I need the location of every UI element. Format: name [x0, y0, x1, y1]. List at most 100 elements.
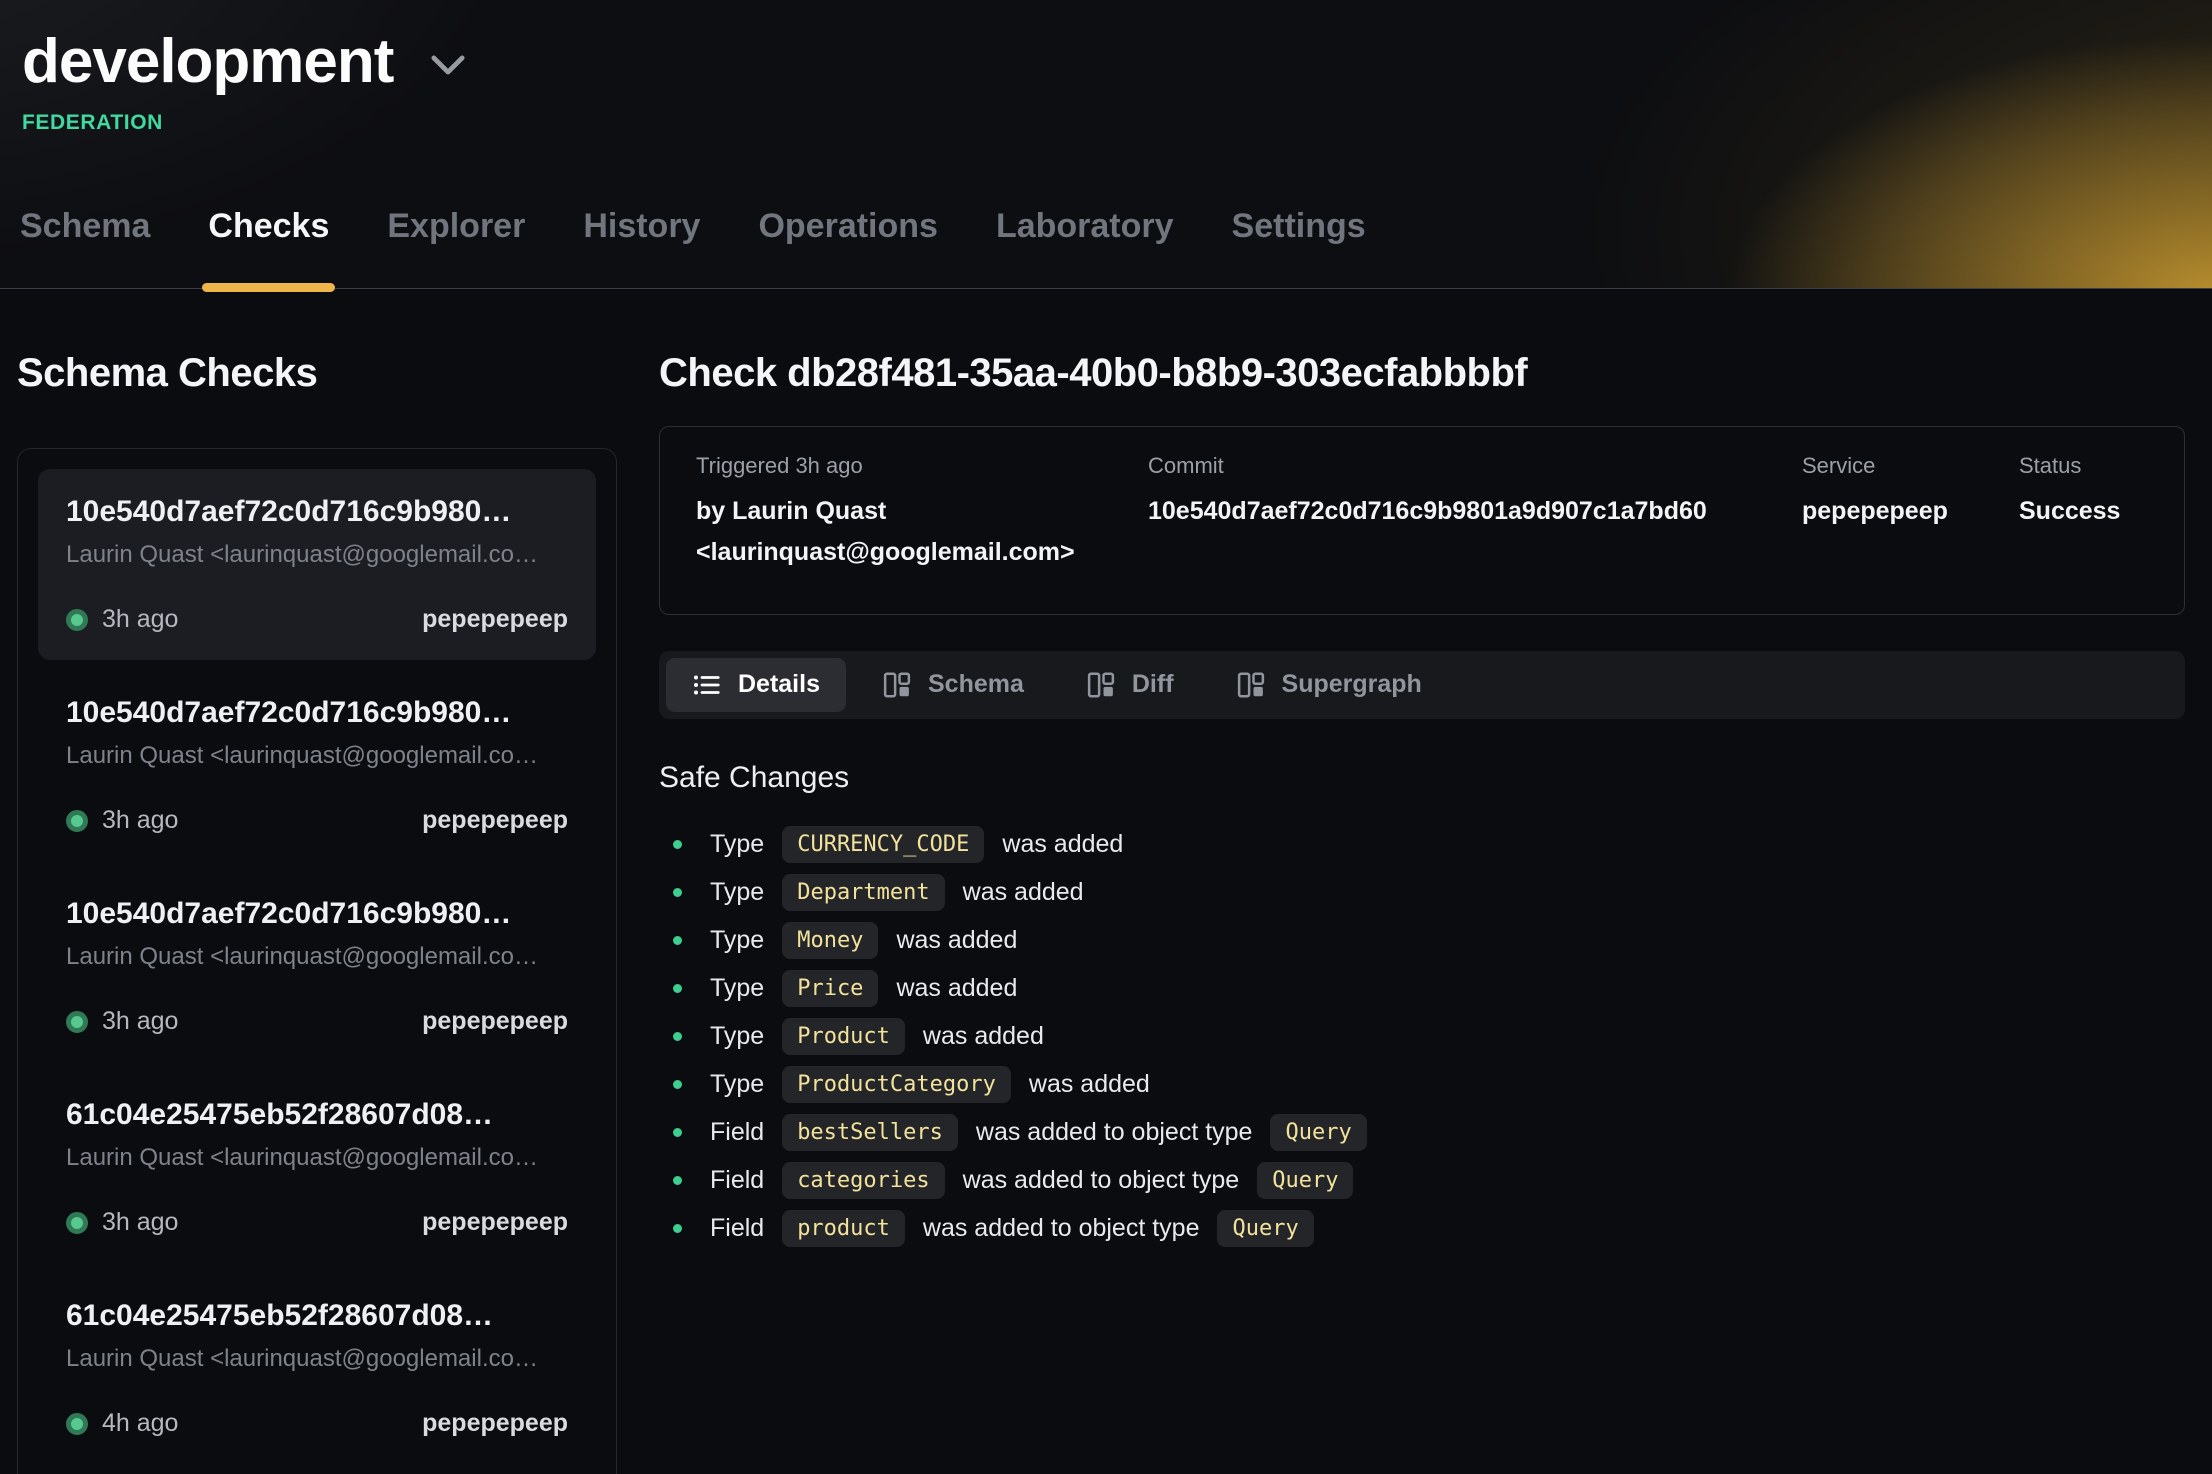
change-text: was added [1002, 830, 1123, 859]
tab-schema[interactable]: Schema [14, 207, 156, 288]
change-name-badge: Price [782, 970, 878, 1007]
detail-tab-label: Supergraph [1282, 670, 1422, 699]
bullet-icon [673, 1080, 682, 1089]
change-text: was added to object type [963, 1166, 1240, 1195]
info-service-value: pepepepeep [1802, 491, 2007, 532]
check-author: Laurin Quast <laurinquast@googlemail.co… [66, 1345, 568, 1373]
change-item: Type Price was added [659, 965, 2185, 1013]
check-list-item[interactable]: 61c04e25475eb52f28607d08… Laurin Quast <… [38, 1273, 596, 1464]
check-id: 10e540d7aef72c0d716c9b980… [66, 495, 568, 529]
checks-list: 10e540d7aef72c0d716c9b980… Laurin Quast … [17, 448, 617, 1474]
check-id: 61c04e25475eb52f28607d08… [66, 1299, 568, 1333]
check-list-item[interactable]: 10e540d7aef72c0d716c9b980… Laurin Quast … [38, 670, 596, 861]
status-dot-icon [66, 609, 88, 631]
check-time: 3h ago [102, 806, 178, 835]
change-name-badge: Money [782, 922, 878, 959]
info-commit-label: Commit [1148, 453, 1790, 479]
info-commit-value: 10e540d7aef72c0d716c9b9801a9d907c1a7bd60 [1148, 491, 1790, 532]
check-info-box: Triggered 3h ago by Laurin Quast <laurin… [659, 426, 2185, 615]
change-name-badge: Department [782, 874, 944, 911]
check-id: 61c04e25475eb52f28607d08… [66, 1098, 568, 1132]
bullet-icon [673, 1176, 682, 1185]
chevron-down-icon [431, 54, 465, 76]
bullet-icon [673, 888, 682, 897]
info-triggered-value: by Laurin Quast <laurinquast@googlemail.… [696, 491, 1126, 574]
change-text: was added [923, 1022, 1044, 1051]
info-service-label: Service [1802, 453, 2007, 479]
change-item: Field bestSellers was added to object ty… [659, 1109, 2185, 1157]
change-text: was added to object type [976, 1118, 1253, 1147]
change-kind: Type [710, 830, 764, 859]
change-target-badge: Query [1270, 1114, 1366, 1151]
check-id: 10e540d7aef72c0d716c9b980… [66, 897, 568, 931]
status-dot-icon [66, 1212, 88, 1234]
detail-tab-label: Details [738, 670, 820, 699]
change-name-badge: product [782, 1210, 905, 1247]
info-triggered-label: Triggered 3h ago [696, 453, 1136, 479]
change-item: Type Money was added [659, 917, 2185, 965]
change-name-badge: CURRENCY_CODE [782, 826, 984, 863]
check-time: 3h ago [102, 1208, 178, 1237]
change-kind: Type [710, 1070, 764, 1099]
schema-checks-panel: Schema Checks 10e540d7aef72c0d716c9b980…… [17, 289, 617, 1474]
change-kind: Field [710, 1214, 764, 1243]
check-author: Laurin Quast <laurinquast@googlemail.co… [66, 943, 568, 971]
change-kind: Field [710, 1166, 764, 1195]
change-text: was added to object type [923, 1214, 1200, 1243]
detail-tab-supergraph[interactable]: Supergraph [1210, 658, 1448, 712]
check-service: pepepepeep [422, 806, 568, 835]
bullet-icon [673, 984, 682, 993]
project-switcher[interactable] [431, 42, 465, 81]
columns-icon [1086, 670, 1116, 700]
check-detail-title: Check db28f481-35aa-40b0-b8b9-303ecfabbb… [659, 351, 2185, 396]
bullet-icon [673, 1128, 682, 1137]
bullet-icon [673, 1032, 682, 1041]
change-text: was added [896, 926, 1017, 955]
tab-explorer[interactable]: Explorer [381, 207, 531, 288]
detail-tab-label: Diff [1132, 670, 1174, 699]
change-text: was added [896, 974, 1017, 1003]
check-time: 4h ago [102, 1409, 178, 1438]
tab-laboratory[interactable]: Laboratory [990, 207, 1180, 288]
check-list-item[interactable]: 10e540d7aef72c0d716c9b980… Laurin Quast … [38, 871, 596, 1062]
change-name-badge: ProductCategory [782, 1066, 1011, 1103]
change-item: Type ProductCategory was added [659, 1061, 2185, 1109]
detail-tabs: Details Schema Diff [659, 651, 2185, 719]
change-kind: Type [710, 926, 764, 955]
tab-settings[interactable]: Settings [1226, 207, 1372, 288]
tab-operations[interactable]: Operations [752, 207, 943, 288]
check-author: Laurin Quast <laurinquast@googlemail.co… [66, 742, 568, 770]
detail-tab-diff[interactable]: Diff [1060, 658, 1200, 712]
change-name-badge: bestSellers [782, 1114, 958, 1151]
bullet-icon [673, 1224, 682, 1233]
list-icon [692, 670, 722, 700]
check-list-item[interactable]: 10e540d7aef72c0d716c9b980… Laurin Quast … [38, 469, 596, 660]
status-dot-icon [66, 810, 88, 832]
schema-checks-title: Schema Checks [17, 351, 617, 396]
changes-list: Type CURRENCY_CODE was added Type Depart… [659, 821, 2185, 1253]
status-dot-icon [66, 1011, 88, 1033]
main-nav: Schema Checks Explorer History Operation… [14, 207, 1372, 288]
columns-icon [882, 670, 912, 700]
change-kind: Type [710, 878, 764, 907]
check-service: pepepepeep [422, 1007, 568, 1036]
project-name: development [22, 26, 393, 97]
check-author: Laurin Quast <laurinquast@googlemail.co… [66, 1144, 568, 1172]
detail-tab-label: Schema [928, 670, 1024, 699]
detail-tab-details[interactable]: Details [666, 658, 846, 712]
tab-history[interactable]: History [577, 207, 706, 288]
check-time: 3h ago [102, 605, 178, 634]
change-name-badge: Product [782, 1018, 905, 1055]
change-item: Type CURRENCY_CODE was added [659, 821, 2185, 869]
check-service: pepepepeep [422, 1409, 568, 1438]
check-id: 10e540d7aef72c0d716c9b980… [66, 696, 568, 730]
info-status-value: Success [2019, 491, 2154, 532]
bullet-icon [673, 936, 682, 945]
bullet-icon [673, 840, 682, 849]
change-kind: Type [710, 974, 764, 1003]
check-detail-panel: Check db28f481-35aa-40b0-b8b9-303ecfabbb… [659, 289, 2185, 1474]
detail-tab-schema[interactable]: Schema [856, 658, 1050, 712]
check-list-item[interactable]: 61c04e25475eb52f28607d08… Laurin Quast <… [38, 1072, 596, 1263]
tab-checks[interactable]: Checks [202, 207, 335, 288]
change-item: Type Product was added [659, 1013, 2185, 1061]
